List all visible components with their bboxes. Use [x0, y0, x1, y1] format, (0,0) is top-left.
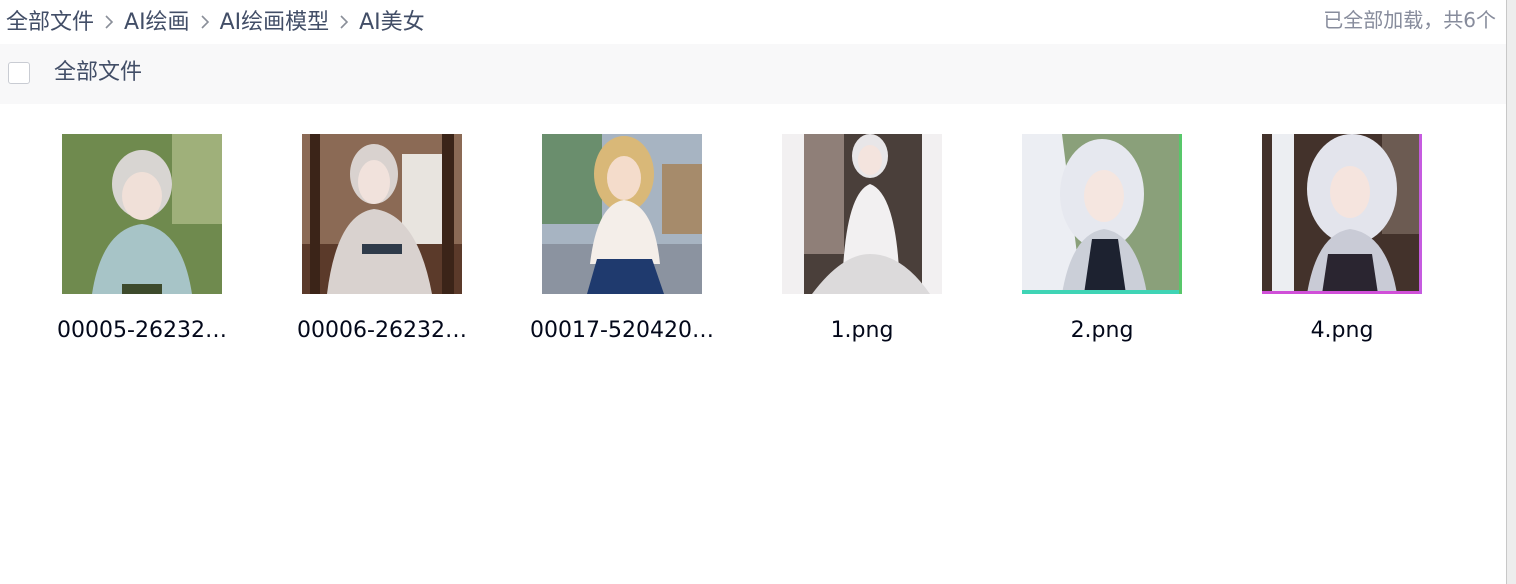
- file-name: 00017-520420…: [530, 318, 714, 343]
- chevron-right-icon: [329, 8, 359, 32]
- breadcrumb-item-ai-beauty: AI美女: [359, 10, 425, 35]
- chevron-right-icon: [190, 8, 220, 32]
- file-item[interactable]: 4.png: [1222, 134, 1462, 346]
- file-item[interactable]: 00006-26232…: [262, 134, 502, 346]
- file-grid: 00005-26232… 00006-26232… 00017-520420… …: [22, 134, 1462, 346]
- chevron-right-icon: [94, 8, 124, 32]
- breadcrumb-item-all-files[interactable]: 全部文件: [6, 4, 94, 36]
- file-item[interactable]: 00005-26232…: [22, 134, 262, 346]
- image-thumbnail[interactable]: [62, 134, 222, 294]
- breadcrumb: 全部文件 AI绘画 AI绘画模型 AI美女: [6, 3, 425, 37]
- file-name: 2.png: [1070, 318, 1134, 343]
- file-item[interactable]: 1.png: [742, 134, 982, 346]
- path-header: 全部文件 AI绘画 AI绘画模型 AI美女 已全部加载，共6个: [0, 0, 1506, 42]
- window-edge: [1506, 0, 1516, 584]
- select-all-checkbox[interactable]: [8, 62, 30, 84]
- image-thumbnail[interactable]: [542, 134, 702, 294]
- file-item[interactable]: 2.png: [982, 134, 1222, 346]
- file-item[interactable]: 00017-520420…: [502, 134, 742, 346]
- file-name: 00005-26232…: [57, 318, 227, 343]
- file-name: 00006-26232…: [297, 318, 467, 343]
- image-thumbnail[interactable]: [1022, 134, 1182, 294]
- breadcrumb-item-ai-painting-model[interactable]: AI绘画模型: [220, 4, 330, 36]
- image-thumbnail[interactable]: [302, 134, 462, 294]
- file-name: 4.png: [1310, 318, 1374, 343]
- image-thumbnail[interactable]: [782, 134, 942, 294]
- load-status-text: 已全部加载，共6个: [1323, 8, 1496, 32]
- file-browser: 全部文件 AI绘画 AI绘画模型 AI美女 已全部加载，共6个 全部文件 000…: [0, 0, 1506, 584]
- file-name: 1.png: [830, 318, 894, 343]
- list-header: 全部文件: [0, 44, 1506, 104]
- image-thumbnail[interactable]: [1262, 134, 1422, 294]
- breadcrumb-item-ai-painting[interactable]: AI绘画: [124, 4, 190, 36]
- list-header-title: 全部文件: [54, 60, 143, 85]
